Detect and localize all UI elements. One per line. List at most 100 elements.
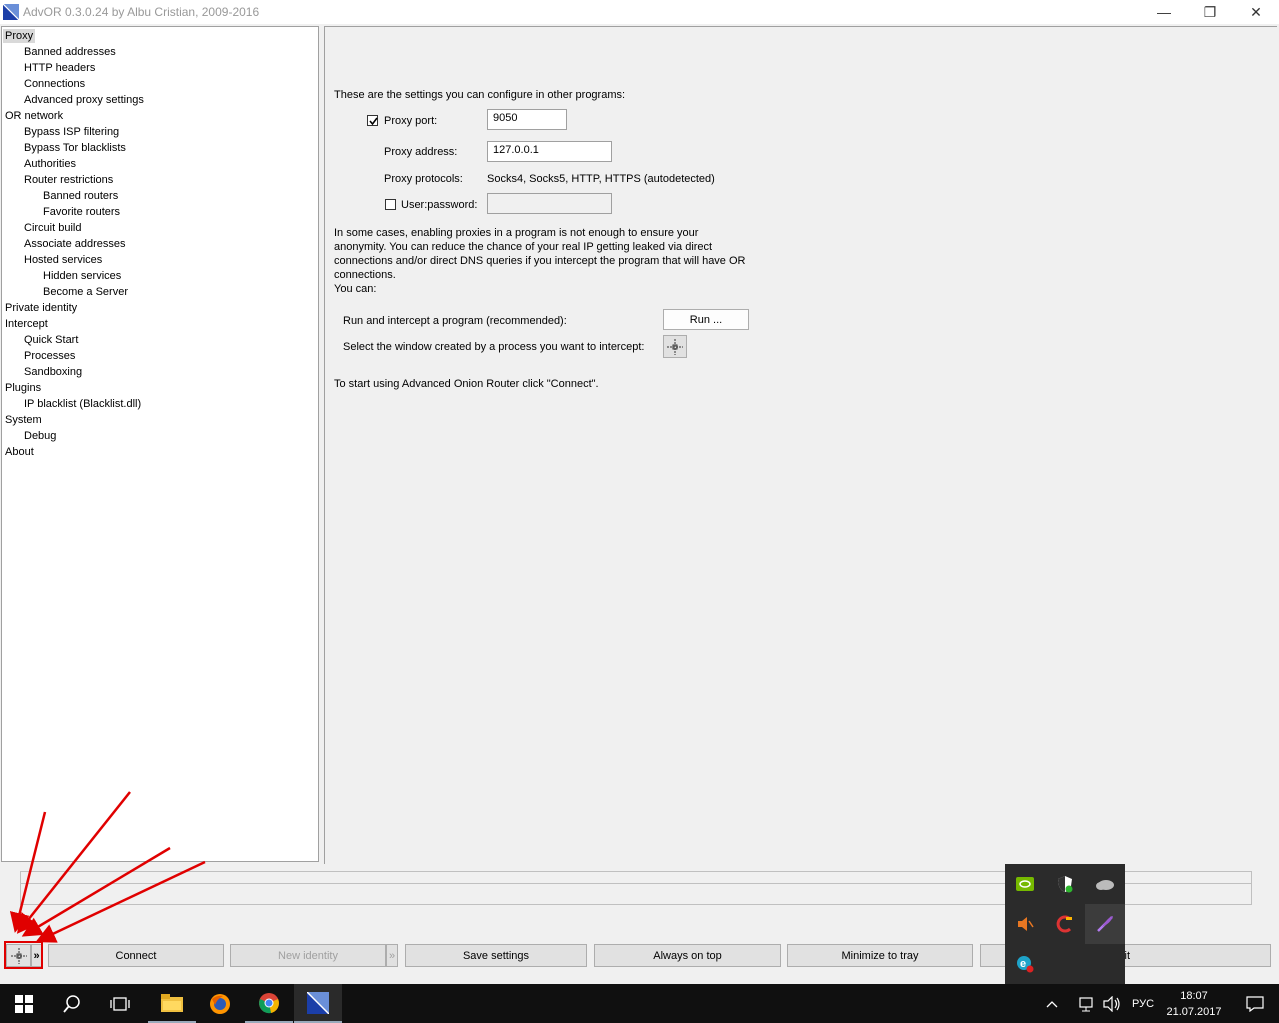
tree-item[interactable]: Connections (24, 77, 85, 91)
tree-item[interactable]: About (5, 445, 34, 459)
proxy-port-label: Proxy port: (384, 115, 438, 127)
tree-item[interactable]: HTTP headers (24, 61, 95, 75)
proxy-port-field[interactable]: 9050 (487, 109, 567, 130)
run-button[interactable]: Run ... (663, 309, 749, 330)
tree-item[interactable]: Plugins (5, 381, 41, 395)
chrome-icon (259, 992, 279, 1013)
start-button[interactable] (0, 984, 48, 1023)
input-language-indicator[interactable]: РУС (1124, 984, 1162, 1023)
minimize-to-tray-button[interactable]: Minimize to tray (787, 944, 973, 967)
tree-item[interactable]: OR network (5, 109, 63, 123)
taskbar-file-explorer[interactable] (148, 984, 196, 1023)
nvidia-tray-icon[interactable] (1005, 864, 1045, 904)
intercept-description: In some cases, enabling proxies in a pro… (334, 226, 754, 296)
tree-item[interactable]: Proxy (3, 29, 36, 43)
tree-item[interactable]: Favorite routers (43, 205, 120, 219)
proxy-protocols-value: Socks4, Socks5, HTTP, HTTPS (autodetecte… (487, 173, 715, 185)
userpass-field[interactable] (487, 193, 612, 214)
tree-item[interactable]: Quick Start (24, 333, 78, 347)
notification-icon (1246, 995, 1264, 1012)
show-hidden-icons-button[interactable] (1040, 984, 1064, 1023)
volume-tray-button[interactable] (1100, 984, 1124, 1023)
tree-item[interactable]: Bypass ISP filtering (24, 125, 119, 139)
proxy-settings-panel (324, 26, 1277, 864)
checkmark-icon (369, 117, 378, 126)
tray-overflow-popup: e (1005, 864, 1125, 984)
advor-app-icon (2, 3, 20, 21)
tree-item[interactable]: System (5, 413, 42, 427)
minimize-icon: — (1157, 4, 1171, 20)
save-settings-button[interactable]: Save settings (405, 944, 587, 967)
proxy-port-checkbox[interactable] (367, 115, 378, 126)
taskbar-chrome[interactable] (245, 984, 293, 1023)
close-button[interactable]: ✕ (1233, 0, 1279, 24)
search-button[interactable] (48, 984, 96, 1023)
proxy-address-field[interactable]: 127.0.0.1 (487, 141, 612, 162)
tree-item[interactable]: Intercept (5, 317, 48, 331)
folder-icon (161, 993, 183, 1012)
description-line: You can: (334, 283, 377, 295)
network-icon (1079, 996, 1093, 1011)
tree-item[interactable]: Advanced proxy settings (24, 93, 144, 107)
always-on-top-button[interactable]: Always on top (594, 944, 781, 967)
clock-date: 21.07.2017 (1166, 1005, 1222, 1018)
speaker-icon (1103, 995, 1120, 1012)
new-identity-more-button[interactable]: » (386, 944, 398, 967)
connect-hint: To start using Advanced Onion Router cli… (334, 378, 599, 390)
tree-item[interactable]: Associate addresses (24, 237, 126, 251)
userpass-label: User:password: (401, 199, 478, 211)
firefox-icon (210, 993, 230, 1014)
restore-button[interactable]: ❐ (1187, 0, 1233, 24)
tree-item[interactable]: Hidden services (43, 269, 121, 283)
description-line: anonymity. You can reduce the chance of … (334, 241, 713, 253)
action-center-button[interactable] (1231, 984, 1279, 1023)
windows-taskbar: РУС 18:07 21.07.2017 (0, 984, 1279, 1023)
tree-item[interactable]: Debug (24, 429, 56, 443)
description-line: connections. (334, 269, 396, 281)
userpass-checkbox[interactable] (385, 199, 396, 210)
select-window-label: Select the window created by a process y… (343, 341, 645, 353)
tree-item[interactable]: Private identity (5, 301, 77, 315)
proxy-protocols-label: Proxy protocols: (384, 173, 463, 185)
description-line: connections and/or direct DNS queries if… (334, 255, 746, 267)
tree-item[interactable]: Processes (24, 349, 75, 363)
restore-icon: ❐ (1203, 3, 1217, 20)
tree-item[interactable]: Circuit build (24, 221, 81, 235)
svg-text:e: e (1020, 958, 1026, 970)
taskbar-firefox[interactable] (196, 984, 244, 1023)
clock-time: 18:07 (1180, 989, 1208, 1002)
close-icon: ✕ (1250, 3, 1262, 20)
tree-item[interactable]: Bypass Tor blacklists (24, 141, 126, 155)
minimize-button[interactable]: — (1141, 0, 1187, 24)
crosshair-icon (667, 338, 683, 355)
window-picker-button[interactable] (663, 335, 687, 358)
task-view-icon (110, 996, 130, 1011)
chevron-up-icon (1046, 1000, 1058, 1007)
defender-tray-icon[interactable] (1045, 864, 1085, 904)
onedrive-tray-icon[interactable] (1085, 864, 1125, 904)
feather-tray-icon[interactable] (1085, 904, 1125, 944)
settings-tree[interactable]: Proxy Banned addresses HTTP headers Connect… (1, 26, 319, 862)
tree-item[interactable]: Hosted services (24, 253, 102, 267)
annotation-arrows (9, 791, 206, 943)
tree-item[interactable]: Router restrictions (24, 173, 113, 187)
tree-item[interactable]: Banned routers (43, 189, 118, 203)
tree-item[interactable]: Banned addresses (24, 45, 116, 59)
tree-item[interactable]: Authorities (24, 157, 76, 171)
proxy-address-label: Proxy address: (384, 146, 458, 158)
tree-item[interactable]: Sandboxing (24, 365, 82, 379)
tree-item[interactable]: IP blacklist (Blacklist.dll) (24, 397, 141, 411)
window-title: AdvOR 0.3.0.24 by Albu Cristian, 2009-20… (23, 5, 260, 19)
ccleaner-tray-icon[interactable] (1045, 904, 1085, 944)
eset-tray-icon[interactable]: e (1005, 944, 1045, 984)
network-tray-button[interactable] (1076, 984, 1100, 1023)
title-bar: AdvOR 0.3.0.24 by Albu Cristian, 2009-20… (0, 0, 1279, 24)
taskbar-clock[interactable]: 18:07 21.07.2017 (1162, 984, 1226, 1023)
task-view-button[interactable] (96, 984, 144, 1023)
run-intercept-label: Run and intercept a program (recommended… (343, 315, 567, 327)
taskbar-advor[interactable] (294, 984, 342, 1023)
new-identity-button[interactable]: New identity (230, 944, 386, 967)
windows-logo-icon (15, 994, 33, 1013)
tree-item[interactable]: Become a Server (43, 285, 128, 299)
speaker-muted-tray-icon[interactable] (1005, 904, 1045, 944)
